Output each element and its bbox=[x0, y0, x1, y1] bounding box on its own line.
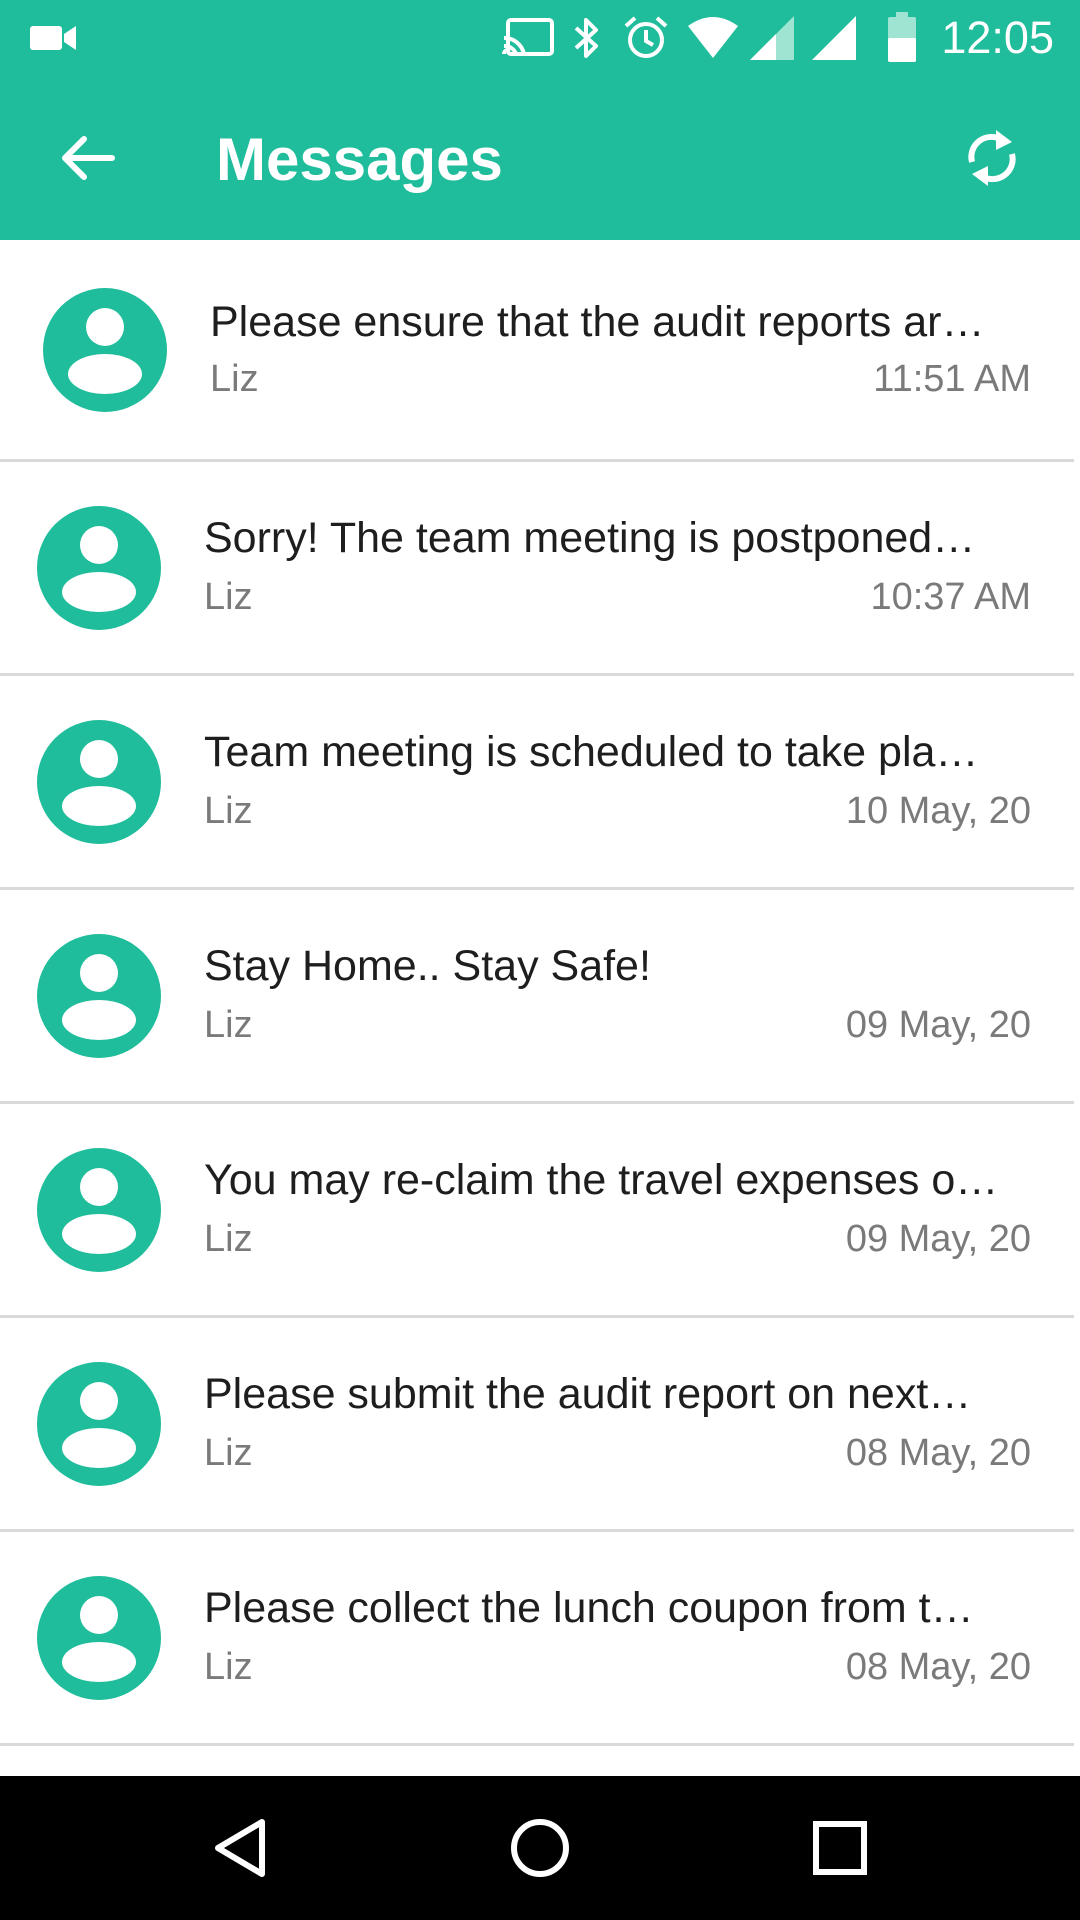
nav-home-button[interactable] bbox=[490, 1798, 590, 1898]
message-title: Please ensure that the audit reports ar… bbox=[210, 298, 985, 346]
message-time: 11:51 AM bbox=[873, 358, 1031, 400]
message-title: You may re-claim the travel expenses o… bbox=[204, 1156, 999, 1204]
video-camera-icon bbox=[30, 26, 76, 50]
signal-icon bbox=[812, 16, 856, 60]
message-title: Stay Home.. Stay Safe! bbox=[204, 942, 651, 990]
page-title: Messages bbox=[216, 126, 503, 193]
message-title: Please submit the audit report on next… bbox=[204, 1370, 972, 1418]
nav-recents-button[interactable] bbox=[790, 1798, 890, 1898]
message-sender: Liz bbox=[204, 790, 253, 832]
message-time: 10:37 AM bbox=[870, 576, 1031, 618]
cast-icon bbox=[502, 18, 554, 56]
message-list: Please ensure that the audit reports ar…… bbox=[0, 240, 1080, 1746]
recents-square-icon bbox=[813, 1821, 867, 1875]
message-time: 08 May, 20 bbox=[845, 1646, 1031, 1688]
battery-icon bbox=[888, 12, 916, 62]
message-title: Team meeting is scheduled to take pla… bbox=[204, 728, 979, 776]
avatar-icon bbox=[37, 719, 161, 844]
refresh-button[interactable] bbox=[948, 114, 1036, 202]
message-time: 09 May, 20 bbox=[845, 1004, 1031, 1046]
avatar-icon bbox=[37, 933, 161, 1058]
status-time: 12:05 bbox=[941, 12, 1054, 63]
message-item[interactable]: Team meeting is scheduled to take pla… L… bbox=[0, 676, 1074, 890]
bluetooth-icon bbox=[574, 18, 598, 58]
signal-icon bbox=[750, 16, 794, 60]
message-sender: Liz bbox=[204, 1218, 253, 1260]
message-item[interactable]: Sorry! The team meeting is postponed… Li… bbox=[0, 462, 1074, 676]
message-time: 10 May, 20 bbox=[845, 790, 1031, 832]
refresh-icon bbox=[968, 130, 1016, 186]
message-title: Please collect the lunch coupon from t… bbox=[204, 1584, 974, 1632]
avatar-icon bbox=[37, 1147, 161, 1272]
wifi-icon bbox=[688, 17, 738, 58]
message-title: Sorry! The team meeting is postponed… bbox=[204, 514, 976, 562]
message-sender: Liz bbox=[210, 358, 259, 400]
message-item[interactable]: You may re-claim the travel expenses o… … bbox=[0, 1104, 1074, 1318]
arrow-left-icon bbox=[62, 136, 115, 180]
nav-back-button[interactable] bbox=[190, 1798, 290, 1898]
message-sender: Liz bbox=[204, 1646, 253, 1688]
navigation-bar bbox=[0, 1776, 1080, 1920]
message-sender: Liz bbox=[204, 576, 253, 618]
app-bar: Messages bbox=[0, 76, 1080, 240]
status-bar: 12:05 bbox=[0, 0, 1080, 76]
avatar-icon bbox=[37, 1361, 161, 1486]
alarm-icon bbox=[624, 16, 668, 58]
avatar-icon bbox=[43, 287, 167, 412]
message-sender: Liz bbox=[204, 1432, 253, 1474]
message-sender: Liz bbox=[204, 1004, 253, 1046]
message-item[interactable]: Stay Home.. Stay Safe! Liz 09 May, 20 bbox=[0, 890, 1074, 1104]
message-time: 09 May, 20 bbox=[845, 1218, 1031, 1260]
message-item[interactable]: Please ensure that the audit reports ar…… bbox=[0, 240, 1074, 462]
message-item[interactable]: Please collect the lunch coupon from t… … bbox=[0, 1532, 1074, 1746]
back-triangle-icon bbox=[215, 1819, 265, 1877]
message-item[interactable]: Please submit the audit report on next… … bbox=[0, 1318, 1074, 1532]
back-button[interactable] bbox=[44, 114, 132, 202]
home-circle-icon bbox=[511, 1819, 569, 1877]
avatar-icon bbox=[37, 505, 161, 630]
avatar-icon bbox=[37, 1575, 161, 1700]
message-time: 08 May, 20 bbox=[845, 1432, 1031, 1474]
